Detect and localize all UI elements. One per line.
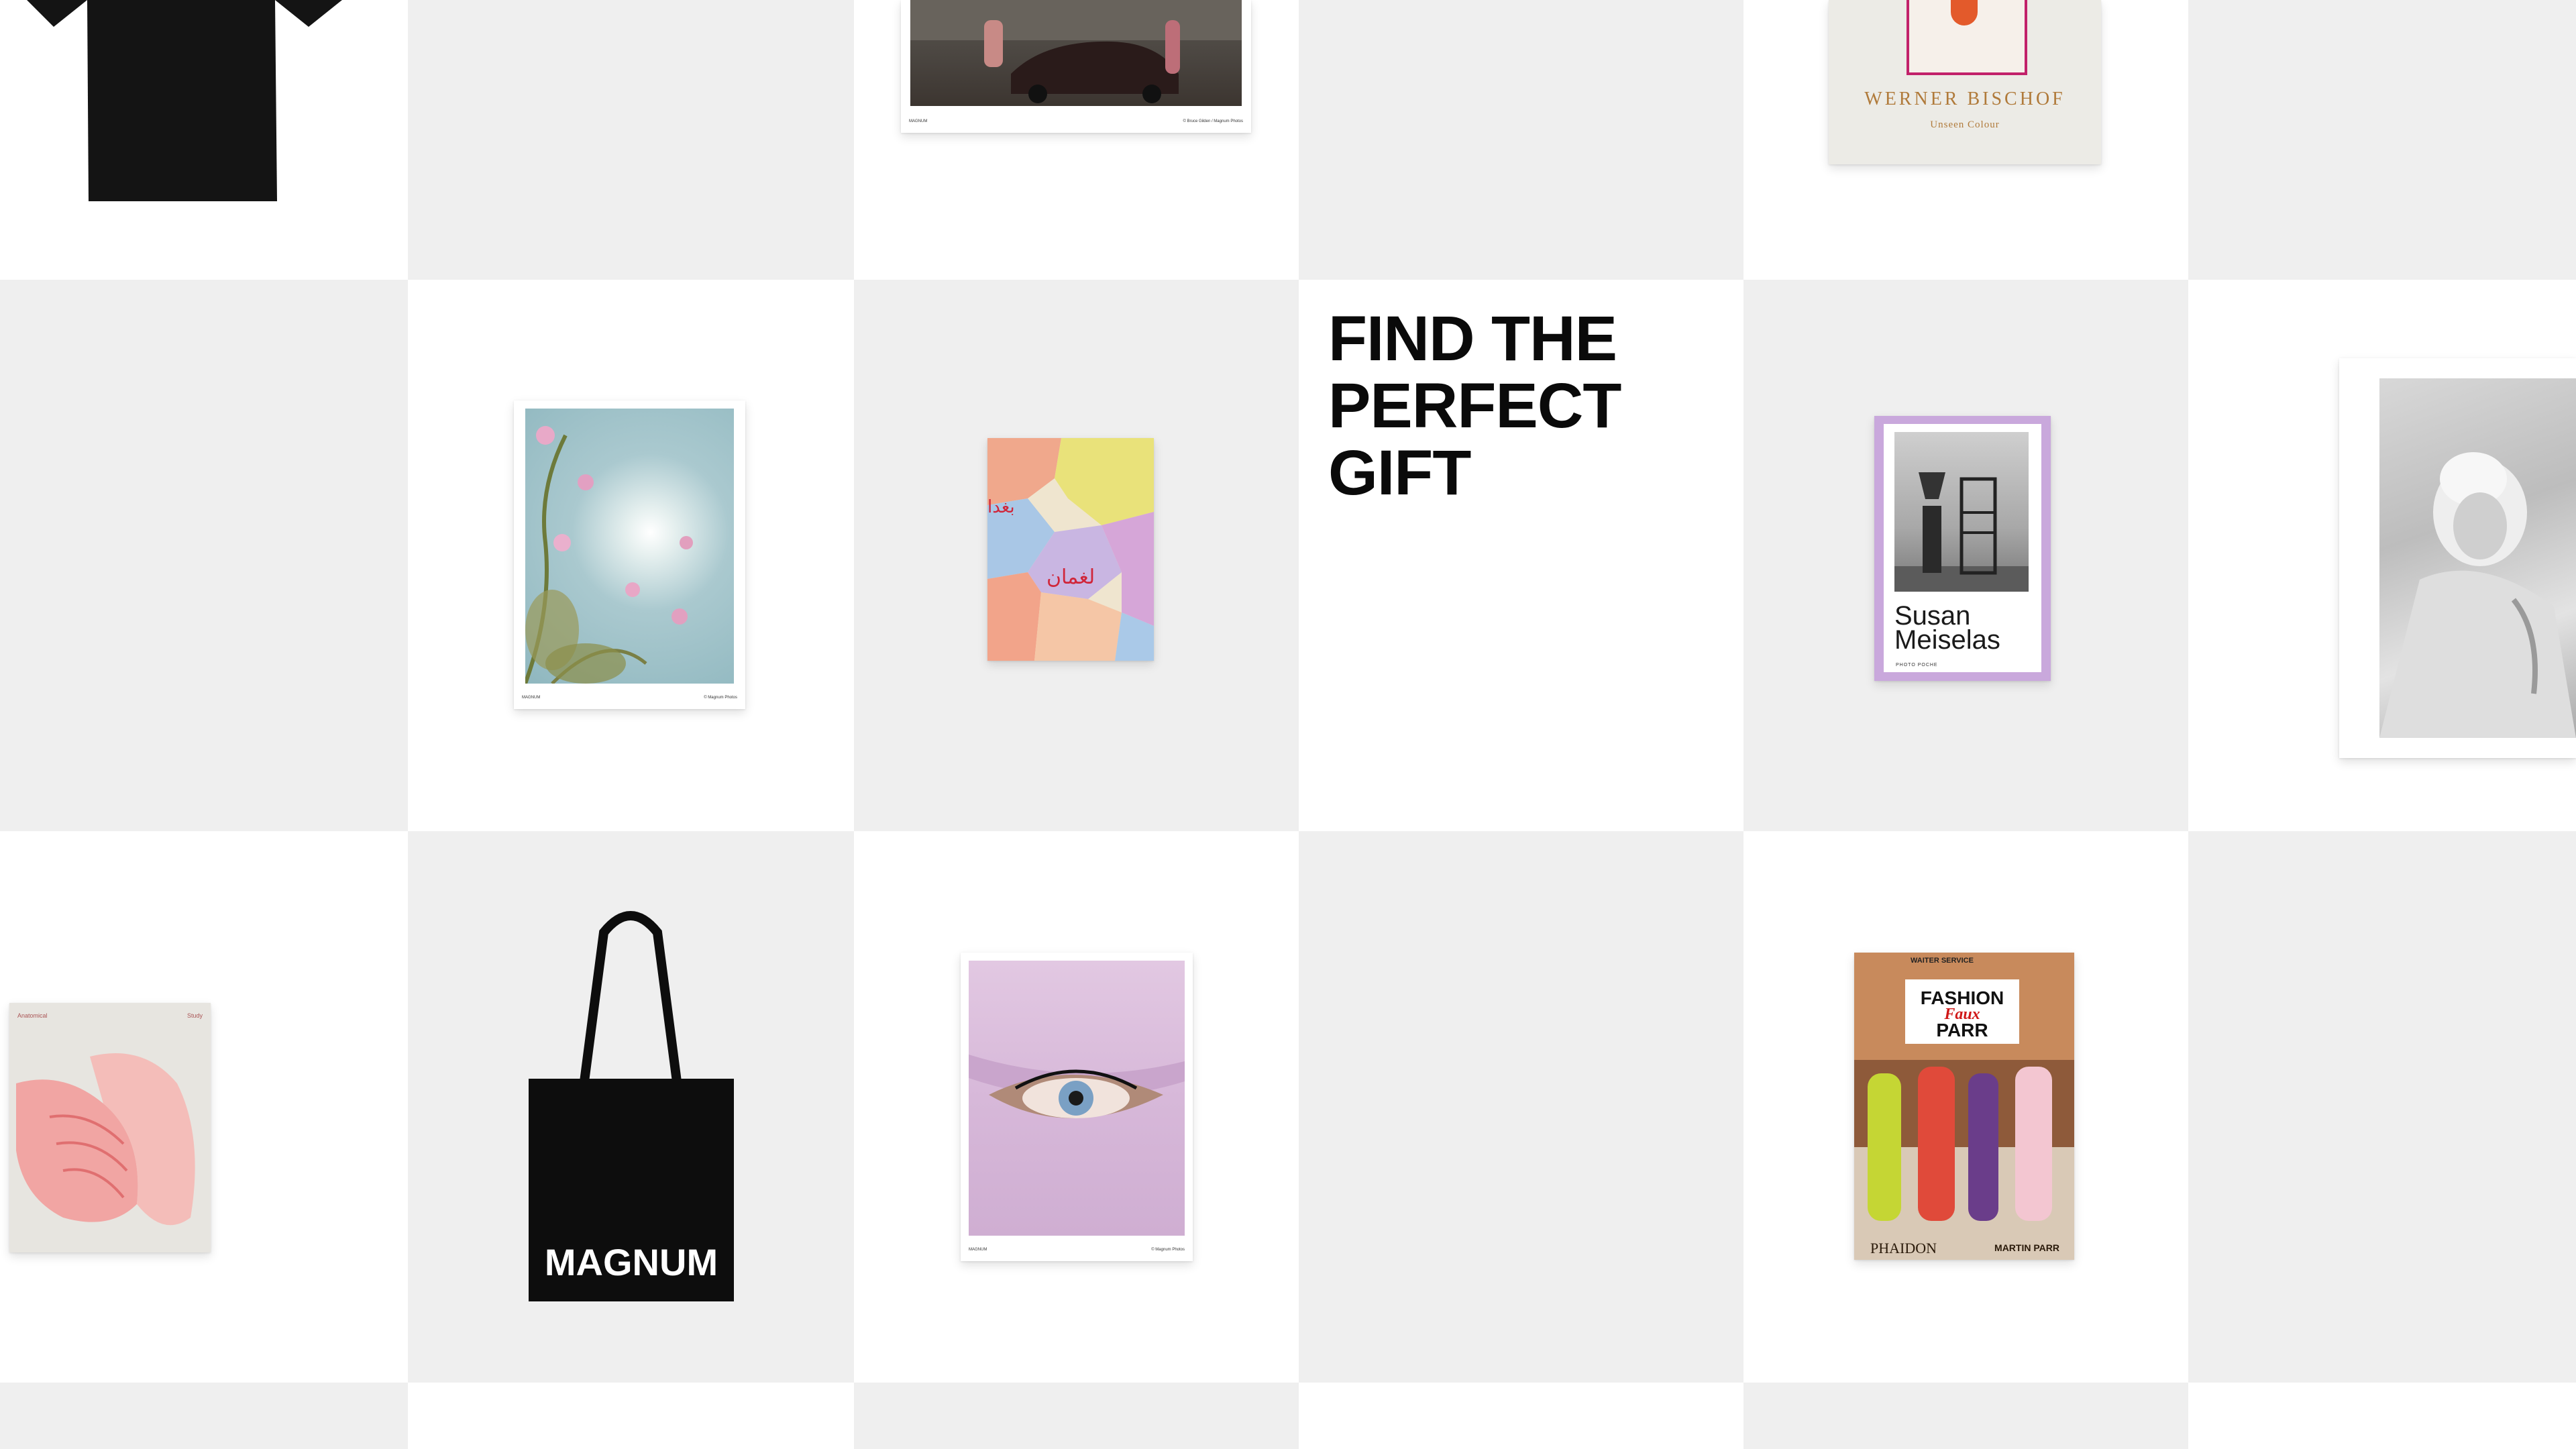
book-author: MARTIN PARR bbox=[1994, 1242, 2059, 1253]
photo-eye-balaclava bbox=[969, 961, 1185, 1236]
map-label: لغمان bbox=[1046, 566, 1095, 589]
book-title-line: PARR bbox=[1936, 1020, 1988, 1040]
tote-body: MAGNUM bbox=[529, 1079, 734, 1301]
print-arabic-map[interactable]: لغمان بغدا bbox=[987, 438, 1154, 661]
grid-tile bbox=[1299, 0, 1743, 280]
poster-credit: © Magnum Photos bbox=[1151, 1248, 1185, 1252]
tote-handles bbox=[579, 911, 682, 1087]
tshirt-icon bbox=[27, 0, 342, 201]
book-author: Susan Meiselas bbox=[1894, 601, 2000, 655]
hands-illustration bbox=[16, 1053, 195, 1226]
headline-line: GIFT bbox=[1328, 437, 1471, 508]
poster-brand: MAGNUM bbox=[969, 1248, 987, 1252]
grid-tile bbox=[2188, 1383, 2576, 1449]
print-portrait[interactable] bbox=[2339, 358, 2576, 758]
photo-car-scene bbox=[910, 0, 1242, 106]
map-illustration bbox=[987, 438, 1154, 661]
book-title-line: FASHION bbox=[1920, 987, 2004, 1008]
book-sign-text: WAITER SERVICE bbox=[1911, 957, 1974, 965]
map-label: بغدا bbox=[987, 497, 1015, 517]
book-title-tag: FASHION Faux PARR bbox=[1905, 979, 2019, 1044]
book-cover-photo bbox=[1894, 432, 2029, 592]
grid-tile bbox=[2188, 0, 2576, 280]
book-susan-meiselas[interactable]: Susan Meiselas PHOTO POCHE bbox=[1874, 416, 2051, 681]
poster-brand: MAGNUM bbox=[522, 696, 541, 700]
book-werner-bischof[interactable]: WERNER BISCHOF Unseen Colour bbox=[1829, 0, 2101, 164]
book-fashion-faux-parr[interactable]: WAITER SERVICE FASHION Faux PARR PHAIDON… bbox=[1854, 953, 2074, 1260]
poster-car-photo[interactable]: MAGNUM © Bruce Gilden / Magnum Photos bbox=[901, 0, 1251, 133]
poster-credit: © Magnum Photos bbox=[704, 696, 737, 700]
grid-tile bbox=[1743, 1383, 2188, 1449]
book-series: PHOTO POCHE bbox=[1896, 663, 1938, 667]
photo-portrait-bw bbox=[2379, 378, 2576, 738]
poster-credit: © Bruce Gilden / Magnum Photos bbox=[1183, 119, 1243, 123]
book-cover-photo bbox=[1907, 0, 2027, 75]
product-tshirt[interactable] bbox=[27, 0, 349, 205]
poster-flowers[interactable]: MAGNUM © Magnum Photos bbox=[514, 400, 745, 709]
photo-flowers-sky bbox=[523, 409, 734, 685]
headline-line: FIND THE bbox=[1328, 303, 1617, 374]
grid-tile bbox=[2188, 831, 2576, 1383]
tote-label: MAGNUM bbox=[544, 1241, 718, 1283]
poster-brand: MAGNUM bbox=[909, 119, 928, 123]
book-hands-study[interactable]: Anatomical Study bbox=[9, 1003, 211, 1252]
headline-line: PERFECT bbox=[1328, 370, 1621, 441]
product-tote-bag[interactable]: MAGNUM bbox=[523, 906, 738, 1308]
grid-tile bbox=[854, 1383, 1299, 1449]
grid-tile bbox=[408, 1383, 854, 1449]
book-publisher: PHAIDON bbox=[1870, 1240, 1937, 1256]
page-headline: FIND THE PERFECT GIFT bbox=[1328, 305, 1621, 506]
grid-tile bbox=[1299, 831, 1743, 1383]
grid-tile bbox=[0, 1383, 408, 1449]
grid-tile bbox=[1299, 1383, 1743, 1449]
book-subtitle: Unseen Colour bbox=[1930, 119, 2000, 130]
poster-eye[interactable]: MAGNUM © Magnum Photos bbox=[961, 953, 1193, 1261]
grid-tile bbox=[0, 280, 408, 831]
book-author: WERNER BISCHOF bbox=[1864, 89, 2065, 109]
grid-tile bbox=[408, 0, 854, 280]
